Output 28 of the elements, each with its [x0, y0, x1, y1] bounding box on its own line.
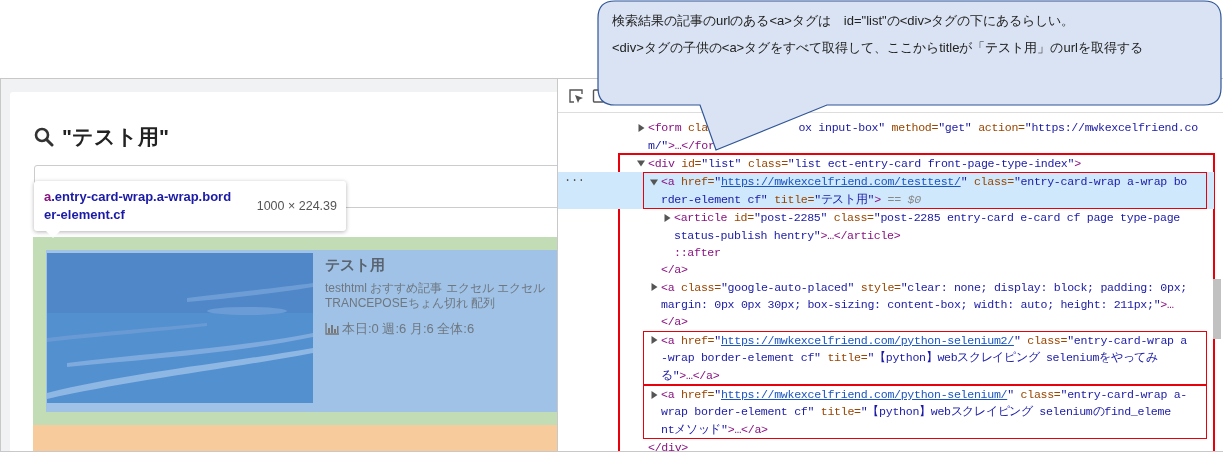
search-heading: "テスト用" — [62, 124, 169, 150]
code-line: -wrap border-element cf" title="【python】webスクレイピング seleniumをやってみ — [661, 350, 1158, 366]
code-line: <div id="list" class="list ect-entry-card front-page-type-index"> — [648, 156, 1081, 170]
element-size: 1000 × 224.39 — [256, 199, 337, 213]
code-line: rder-element cf" title="テスト用"> == $0 — [661, 191, 921, 207]
code-line: <a href="https://mwkexcelfriend.com/testtest/" class="entry-card-wrap a-wrap bo — [661, 175, 1187, 189]
code-line: </div> — [648, 441, 688, 451]
view-stats: 本日:0 週:6 月:6 全体:6 — [342, 320, 475, 338]
code-line: margin: 0px 0px 30px; box-sizing: content-box; width: auto; height: 211px;">… — [661, 298, 1174, 312]
code-line: <article id="post-2285" class="post-2285 entry-card e-card cf page type-page — [674, 211, 1180, 225]
callout-text: <div>タグの子供の<a>タグをすべて取得して、ここからtitleが「テスト用」のurlを取得する — [612, 39, 1143, 57]
code-line: <a class="google-auto-placed" style="clear: none; display: block; padding: 0px; — [661, 280, 1187, 294]
code-line: <a href="https://mwkexcelfriend.com/python-selenium2/" class="entry-card-wrap a — [661, 333, 1187, 347]
entry-tags: testhtml おすすめ記事 エクセル エクセル — [325, 281, 545, 296]
code-line: status-publish hentry">…</article> — [674, 228, 901, 242]
code-line: ntメソッド">…</a> — [661, 421, 768, 437]
code-line: wrap border-element cf" title="【python】webスクレイピング seleniumのfind_eleme — [661, 404, 1171, 420]
entry-tags: TRANCEPOSEちょん切れ 配列 — [325, 296, 545, 311]
code-line: <form cla ox input-box" method="get" action="https://mwkexcelfriend.co — [648, 121, 1198, 135]
code-line: る">…</a> — [661, 367, 720, 383]
callout-text: 検索結果の記事のurlのある<a>タグは id="list"の<div>タグの下にあるらしい。 — [612, 12, 1076, 30]
element-selector: a.entry-card-wrap.a-wrap.border-element.cf — [44, 188, 233, 224]
code-line: m/">…</for — [648, 138, 715, 152]
code-line: <a href="https://mwkexcelfriend.com/python-selenium/" class="entry-card-wrap a- — [661, 388, 1187, 402]
code-line: </a> — [661, 263, 688, 277]
code-line: </a> — [661, 315, 688, 329]
entry-title: テスト用 — [325, 255, 386, 275]
code-line: ::after — [674, 245, 721, 259]
